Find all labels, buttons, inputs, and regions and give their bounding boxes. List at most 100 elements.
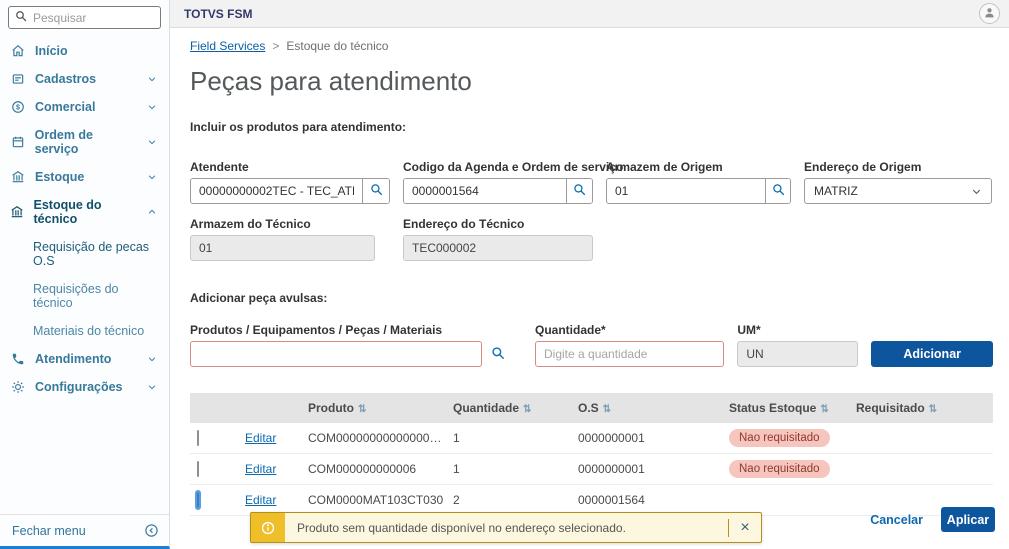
sort-icon[interactable]: ⇅ [929, 404, 937, 415]
user-avatar-button[interactable] [979, 3, 1000, 24]
breadcrumb-link-field-services[interactable]: Field Services [190, 39, 265, 53]
armazem-origem-lookup [606, 178, 791, 204]
aplicar-button[interactable]: Aplicar [941, 507, 995, 532]
search-input[interactable] [33, 11, 154, 25]
chevron-down-icon [147, 382, 157, 392]
sidebar-item-label: Estoque [35, 170, 84, 184]
endereco-origem-select[interactable]: MATRIZ [804, 178, 992, 204]
form-row-3: Produtos / Equipamentos / Peças / Materi… [190, 323, 993, 367]
sort-icon[interactable]: ⇅ [603, 404, 611, 415]
produto-cell: COM0000MAT103CT030 [300, 493, 445, 507]
footer-actions: Cancelar Aplicar [870, 507, 995, 532]
sidebar-item-comercial[interactable]: $ Comercial [0, 93, 169, 121]
atendente-lookup [190, 178, 390, 204]
svg-text:$: $ [16, 105, 20, 112]
sidebar-item-label: Ordem de serviço [35, 128, 138, 156]
breadcrumb-current: Estoque do técnico [286, 39, 388, 53]
armazem-tecnico-field: Armazem do Técnico [190, 217, 390, 261]
chevron-down-icon [147, 172, 157, 182]
sidebar-item-label: Estoque do técnico [34, 198, 139, 226]
table-header-row: Produto ⇅ Quantidade ⇅ O.S⇅ Status Estoque… [190, 393, 993, 423]
sidebar-item-estoque[interactable]: Estoque [0, 163, 169, 191]
sidebar-item-label: Comercial [35, 100, 95, 114]
status-badge: Nao requisitado [729, 460, 830, 478]
agenda-search-button[interactable] [567, 179, 592, 203]
endereco-origem-label: Endereço de Origem [804, 160, 992, 173]
os-cell: 0000000001 [570, 462, 725, 476]
sidebar-item-label: Configurações [35, 380, 123, 394]
calendar-icon [10, 135, 26, 149]
sort-icon[interactable]: ⇅ [358, 404, 366, 415]
produto-column-header[interactable]: Produto ⇅ [300, 401, 445, 415]
status-column-header[interactable]: Status Estoque ⇅ [725, 401, 848, 415]
agenda-field: Codigo da Agenda e Ordem de serviço [403, 160, 593, 204]
sidebar-subitem-materiais-do-tecnico[interactable]: Materiais do técnico [0, 317, 169, 345]
agenda-input[interactable] [404, 179, 566, 203]
quantidade-input[interactable] [535, 341, 724, 367]
atendente-input[interactable] [191, 179, 362, 203]
sidebar-search[interactable] [8, 6, 161, 29]
produtos-input[interactable] [190, 341, 482, 367]
os-cell: 0000001564 [570, 493, 725, 507]
os-column-header[interactable]: O.S⇅ [570, 401, 725, 415]
warning-icon [251, 513, 285, 542]
atendente-label: Atendente [190, 160, 390, 173]
sidebar: Início Cadastros $ Comercial [0, 0, 170, 549]
form-row-1: Atendente Codigo da Agenda e Ordem de se… [190, 160, 993, 204]
collapse-menu-label: Fechar menu [12, 524, 86, 538]
row-checkbox[interactable] [197, 461, 199, 477]
app-title: TOTVS FSM [184, 7, 252, 21]
sidebar-item-cadastros[interactable]: Cadastros [0, 65, 169, 93]
quantidade-column-header[interactable]: Quantidade ⇅ [445, 401, 570, 415]
gear-icon [10, 380, 26, 394]
sort-icon[interactable]: ⇅ [523, 404, 531, 415]
page-title: Peças para atendimento [190, 66, 993, 96]
search-icon [370, 183, 383, 199]
row-checkbox[interactable] [197, 430, 199, 446]
sidebar-subitem-requisicoes-do-tecnico[interactable]: Requisições do técnico [0, 275, 169, 317]
records-icon [10, 72, 26, 86]
agenda-label: Codigo da Agenda e Ordem de serviço [403, 160, 593, 173]
armazem-origem-search-button[interactable] [766, 179, 790, 203]
sidebar-item-inicio[interactable]: Início [0, 37, 169, 65]
quantidade-cell: 2 [445, 493, 570, 507]
sidebar-item-ordem-de-servico[interactable]: Ordem de serviço [0, 121, 169, 163]
produtos-lookup [190, 341, 510, 367]
adicionar-button[interactable]: Adicionar [871, 341, 993, 367]
edit-link[interactable]: Editar [245, 493, 276, 507]
chevron-down-icon [147, 74, 157, 84]
endereco-tecnico-label: Endereço do Técnico [403, 217, 593, 230]
collapse-menu-button[interactable]: Fechar menu [0, 514, 169, 546]
produtos-search-button[interactable] [486, 341, 510, 367]
search-icon [573, 183, 586, 199]
table-row: Editar COM000000000006 1 0000000001 Nao … [190, 454, 993, 485]
edit-link[interactable]: Editar [245, 462, 276, 476]
endereco-origem-field: Endereço de Origem MATRIZ [804, 160, 992, 204]
produto-header-label: Produto [308, 401, 354, 415]
app-window: Início Cadastros $ Comercial [0, 0, 1009, 549]
quantidade-header-label: Quantidade [453, 401, 519, 415]
table-row: Editar COM000000000000000... 1 000000000… [190, 423, 993, 454]
toast-close-button[interactable]: × [729, 513, 761, 542]
toast-message: Produto sem quantidade disponível no end… [297, 521, 626, 535]
os-cell: 0000000001 [570, 431, 725, 445]
armazem-origem-input[interactable] [607, 179, 765, 203]
produto-cell: COM000000000006 [300, 462, 445, 476]
sidebar-subitem-requisicao-de-pecas-os[interactable]: Requisição de pecas O.S [0, 233, 169, 275]
sidebar-item-atendimento[interactable]: Atendimento [0, 345, 169, 373]
phone-icon [10, 352, 26, 366]
sidebar-item-label: Cadastros [35, 72, 96, 86]
atendente-search-button[interactable] [363, 179, 389, 203]
requisitado-column-header[interactable]: Requisitado⇅ [848, 401, 993, 415]
chevron-up-icon [147, 207, 157, 217]
row-checkbox[interactable] [197, 492, 199, 508]
edit-link[interactable]: Editar [245, 431, 276, 445]
status-header-label: Status Estoque [729, 401, 816, 415]
um-input [737, 341, 858, 367]
sidebar-item-configuracoes[interactable]: Configurações [0, 373, 169, 401]
sidebar-menu: Início Cadastros $ Comercial [0, 37, 169, 514]
search-icon [772, 183, 785, 199]
cancelar-button[interactable]: Cancelar [870, 513, 923, 527]
sidebar-item-estoque-do-tecnico[interactable]: Estoque do técnico [0, 191, 169, 233]
sort-icon[interactable]: ⇅ [820, 404, 828, 415]
